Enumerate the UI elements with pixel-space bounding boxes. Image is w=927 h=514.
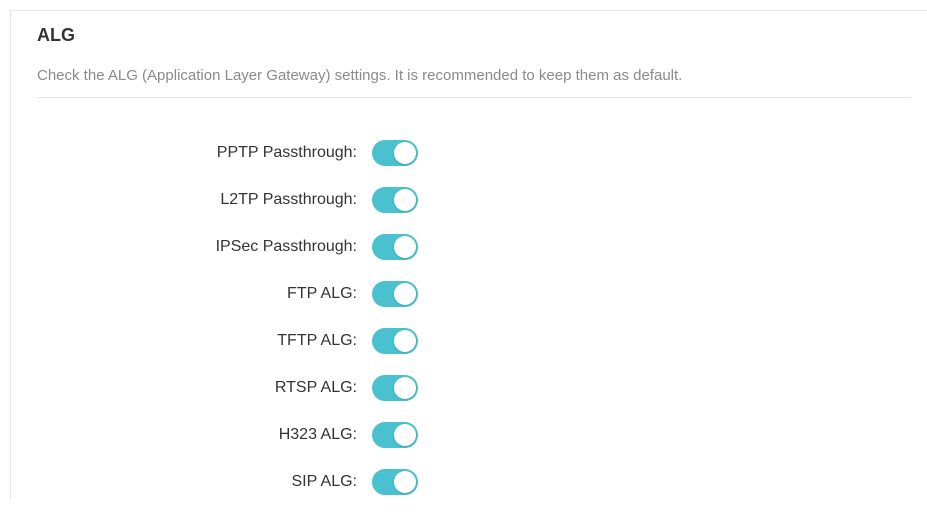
tftp-alg-toggle[interactable] [372,328,418,354]
pptp-passthrough-toggle[interactable] [372,140,418,166]
toggle-knob [394,330,416,352]
toggle-knob [394,424,416,446]
toggle-knob [394,283,416,305]
toggle-knob [394,377,416,399]
section-title: ALG [37,25,75,45]
setting-row-l2tp-passthrough: L2TP Passthrough: [11,185,927,232]
setting-label: SIP ALG: [291,473,357,490]
rtsp-alg-toggle[interactable] [372,375,418,401]
setting-row-h323-alg: H323 ALG: [11,420,927,467]
ftp-alg-toggle[interactable] [372,281,418,307]
setting-label: H323 ALG: [278,426,357,443]
sip-alg-toggle[interactable] [372,469,418,495]
setting-row-ipsec-passthrough: IPSec Passthrough: [11,232,927,279]
setting-row-ftp-alg: FTP ALG: [11,279,927,326]
setting-label: PPTP Passthrough: [216,144,357,161]
settings-list: PPTP Passthrough: L2TP Passthrough: IPSe… [11,138,927,514]
toggle-knob [394,142,416,164]
toggle-knob [394,189,416,211]
setting-row-rtsp-alg: RTSP ALG: [11,373,927,420]
setting-label: L2TP Passthrough: [220,191,357,208]
setting-row-tftp-alg: TFTP ALG: [11,326,927,373]
h323-alg-toggle[interactable] [372,422,418,448]
ipsec-passthrough-toggle[interactable] [372,234,418,260]
setting-label: RTSP ALG: [274,379,357,396]
alg-panel: ALG Check the ALG (Application Layer Gat… [10,10,927,499]
setting-row-pptp-passthrough: PPTP Passthrough: [11,138,927,185]
setting-label: IPSec Passthrough: [215,238,357,255]
toggle-knob [394,236,416,258]
setting-row-sip-alg: SIP ALG: [11,467,927,514]
divider [37,97,911,98]
setting-label: FTP ALG: [287,285,357,302]
section-description: Check the ALG (Application Layer Gateway… [37,67,683,84]
toggle-knob [394,471,416,493]
setting-label: TFTP ALG: [277,332,357,349]
l2tp-passthrough-toggle[interactable] [372,187,418,213]
